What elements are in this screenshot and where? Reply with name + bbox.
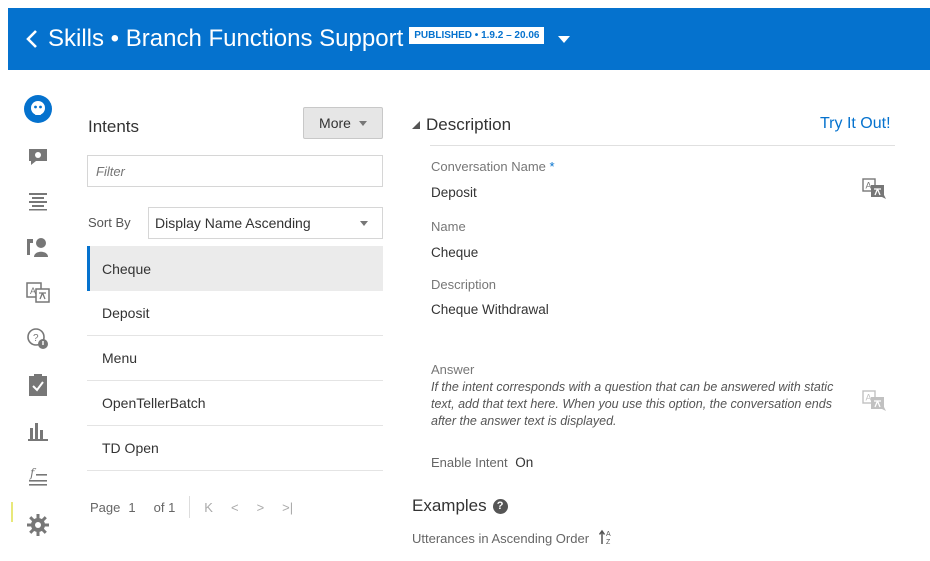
svg-text:A: A (606, 531, 611, 538)
chevron-down-icon (360, 221, 368, 226)
status-badge: PUBLISHED • 1.9.2 – 20.06 (409, 26, 545, 44)
side-nav-rail: A ? f (8, 70, 68, 561)
svg-text:f: f (29, 466, 37, 480)
first-page-icon[interactable]: K (204, 500, 213, 515)
svg-text:A: A (866, 181, 872, 191)
intent-item-td-open[interactable]: TD Open (87, 426, 383, 471)
conversation-name-value[interactable]: Deposit (431, 185, 477, 200)
description-value[interactable]: Cheque Withdrawal (431, 302, 549, 317)
required-marker: * (549, 159, 555, 174)
components-icon[interactable] (25, 234, 51, 260)
skill-header: Skills • Branch Functions Support PUBLIS… (8, 8, 930, 70)
more-button-label: More (319, 115, 351, 131)
version-dropdown-icon[interactable] (558, 35, 571, 43)
svg-text:Z: Z (606, 539, 611, 545)
next-page-icon[interactable]: > (257, 500, 265, 515)
prev-page-icon[interactable]: < (231, 500, 239, 515)
translate-icon[interactable]: A (862, 390, 888, 412)
svg-text:A: A (866, 393, 872, 403)
intents-title: Intents (88, 117, 140, 136)
last-page-icon[interactable]: >| (282, 500, 293, 515)
checklist-icon[interactable] (25, 372, 51, 398)
settings-gear-icon[interactable] (25, 512, 51, 538)
examples-title: Examples (412, 496, 487, 515)
svg-text:?: ? (33, 333, 39, 344)
utterance-order: Utterances in Ascending Order AZ (412, 529, 613, 548)
try-it-out-link[interactable]: Try It Out! (820, 115, 891, 133)
filter-input[interactable] (87, 155, 383, 187)
resource-bundle-icon[interactable]: A (25, 280, 51, 306)
intent-item-cheque[interactable]: Cheque (87, 246, 383, 291)
name-value[interactable]: Cheque (431, 245, 478, 260)
pager-divider (189, 496, 191, 518)
sort-select-value: Display Name Ascending (155, 215, 311, 231)
description-label: Description (431, 277, 497, 292)
utterance-order-label: Utterances in Ascending Order (412, 531, 590, 546)
help-icon[interactable]: ? (492, 498, 508, 514)
page-of-label: of 1 (153, 499, 176, 515)
examples-heading: Examples ? (412, 496, 508, 516)
svg-text:A: A (30, 286, 36, 296)
insights-chart-icon[interactable] (25, 418, 51, 444)
enable-intent-toggle[interactable]: On (515, 455, 533, 470)
collapse-triangle-icon (412, 121, 420, 129)
enable-intent-row: Enable Intent On (431, 455, 533, 470)
description-section-title: Description (426, 115, 512, 134)
entities-icon[interactable] (25, 188, 51, 214)
intent-list: Cheque Deposit Menu OpenTellerBatch TD O… (87, 246, 383, 471)
quality-icon[interactable]: ? (25, 326, 51, 352)
top-strip (0, 0, 930, 8)
conversation-name-label: Conversation Name * (431, 159, 555, 174)
sort-select[interactable]: Display Name Ascending (148, 207, 383, 239)
translate-icon[interactable]: A (862, 178, 888, 200)
answer-label: Answer (431, 362, 475, 377)
page-number-input[interactable]: 1 (128, 500, 135, 515)
sort-ascending-icon[interactable]: AZ (598, 529, 613, 548)
enable-intent-label: Enable Intent (431, 455, 508, 470)
chat-gear-icon[interactable] (25, 144, 51, 170)
sort-by-label: Sort By (88, 215, 131, 230)
chevron-down-icon (358, 120, 367, 126)
intent-item-menu[interactable]: Menu (87, 336, 383, 381)
more-button[interactable]: More (303, 107, 383, 139)
name-label: Name (431, 219, 466, 234)
description-section-toggle[interactable]: Description (412, 115, 511, 135)
answer-help-text[interactable]: If the intent corresponds with a questio… (431, 379, 841, 430)
page-title: Skills • Branch Functions Support (48, 25, 404, 52)
chevron-left-icon[interactable] (22, 29, 42, 49)
intent-item-deposit[interactable]: Deposit (87, 291, 383, 336)
function-icon[interactable]: f (25, 464, 51, 490)
page-label: Page (90, 499, 121, 515)
intent-item-openteller[interactable]: OpenTellerBatch (87, 381, 383, 426)
bot-icon[interactable] (23, 94, 53, 124)
pagination: Page 1 of 1 K < > >| (90, 496, 311, 518)
rail-scroll-marker (11, 502, 13, 522)
section-divider (430, 145, 895, 146)
